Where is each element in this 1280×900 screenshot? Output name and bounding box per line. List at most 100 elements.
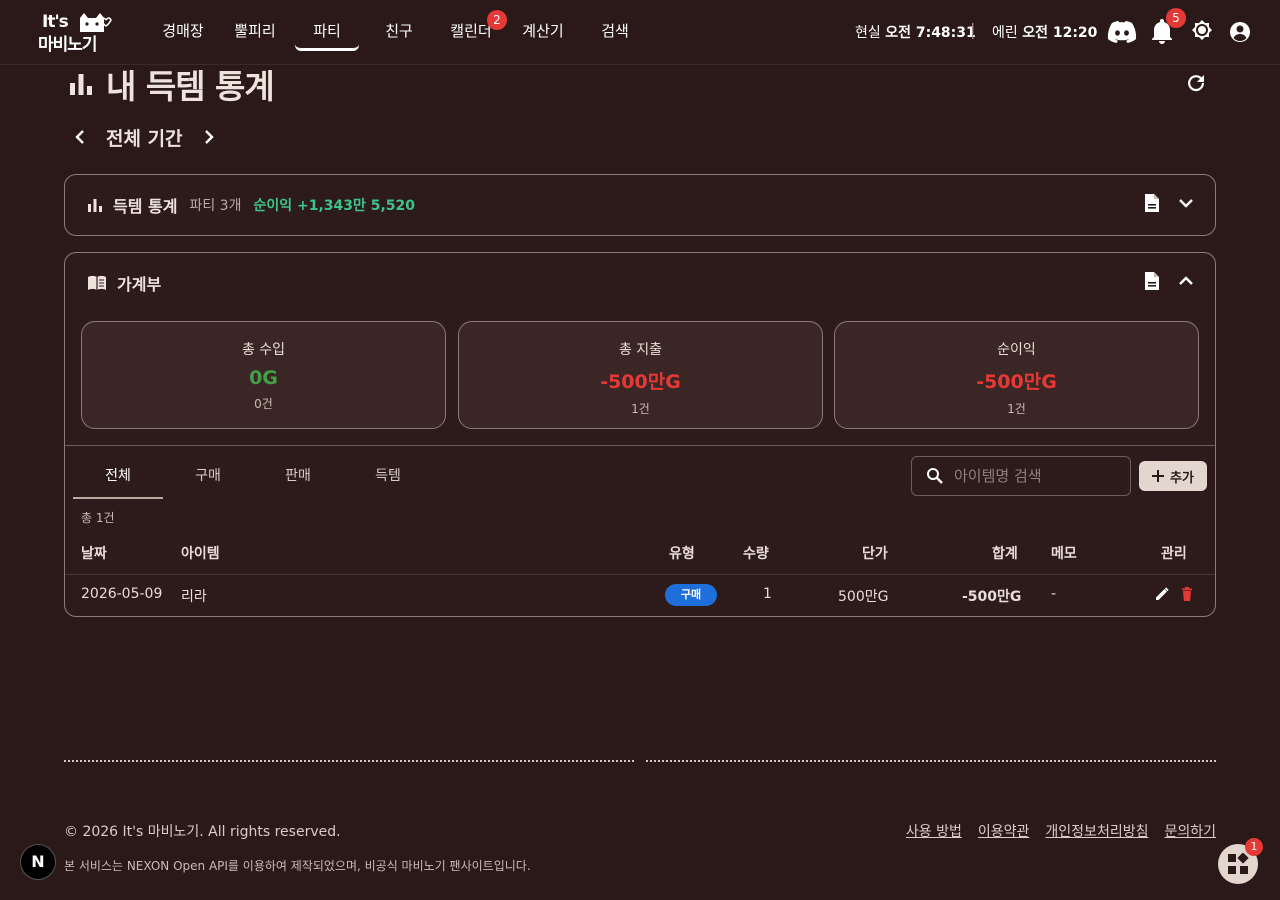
cell-memo: - (1051, 586, 1057, 602)
search-input[interactable] (954, 467, 1124, 485)
party-count: 파티 3개 (189, 198, 242, 214)
net-profit-summary: 순이익 +1,343만 5,520 (253, 198, 416, 214)
summary-label: 총 지출 (618, 342, 663, 358)
cell-unit-price: 500만G (838, 589, 889, 605)
nav-calendar[interactable]: 캘린더 2 (435, 10, 507, 51)
col-type: 유형 (669, 546, 695, 562)
ledger-title: 가계부 (117, 275, 162, 294)
footer-link-guide[interactable]: 사용 방법 (906, 821, 962, 841)
nav-calculator[interactable]: 계산기 (507, 12, 579, 51)
loot-stats-card: 득템 통계 파티 3개 순이익 +1,343만 5,520 (64, 174, 1216, 236)
account-icon[interactable] (1229, 21, 1251, 43)
nav-horn[interactable]: 뿔피리 (219, 12, 291, 51)
real-time-clock: 현실 오전 7:48:31 (855, 22, 976, 42)
net-profit-box: 순이익 -500만G 1건 (834, 321, 1199, 429)
summary-value: -500만G (600, 371, 681, 393)
footer-link-privacy[interactable]: 개인정보처리방침 (1045, 821, 1148, 841)
item-search (911, 456, 1131, 496)
nav-calendar-label: 캘린더 (450, 22, 492, 40)
nav-party[interactable]: 파티 (295, 12, 359, 51)
tab-sale[interactable]: 판매 (253, 455, 343, 499)
col-quantity: 수량 (743, 546, 769, 562)
cell-total: -500만G (962, 589, 1022, 605)
notification-badge: 5 (1166, 8, 1186, 28)
footer-divider-left (64, 760, 634, 762)
period-label: 전체 기간 (106, 127, 183, 150)
add-entry-button[interactable]: 추가 (1139, 461, 1207, 491)
cell-quantity: 1 (763, 586, 772, 602)
col-item: 아이템 (181, 546, 220, 562)
cell-date: 2026-05-09 (81, 586, 163, 602)
book-icon (87, 275, 107, 291)
col-date: 날짜 (81, 546, 107, 562)
top-header: It's 마비노기 경매장 뿔피리 파티 친구 캘린더 2 계산기 검색 현실 … (0, 0, 1280, 65)
loot-stats-header[interactable]: 득템 통계 파티 3개 순이익 +1,343만 5,520 (87, 175, 415, 235)
section-divider (65, 445, 1215, 446)
bar-chart-icon (87, 197, 103, 213)
tab-purchase[interactable]: 구매 (163, 455, 253, 499)
total-count: 총 1건 (81, 511, 115, 525)
delete-icon[interactable] (1181, 587, 1193, 601)
cell-item: 리라 (181, 589, 207, 605)
page-title-text: 내 득템 통계 (106, 67, 275, 106)
clock-separator: | (970, 20, 976, 39)
theme-toggle-icon[interactable] (1189, 19, 1215, 45)
logo-text-bottom: 마비노기 (38, 35, 98, 55)
refresh-icon[interactable] (1184, 71, 1208, 95)
nav-auction[interactable]: 경매장 (147, 12, 219, 51)
col-unit-price: 단가 (862, 546, 888, 562)
ledger-header[interactable]: 가계부 (87, 253, 161, 313)
summary-count: 0건 (254, 397, 273, 411)
search-icon (926, 467, 944, 485)
summary-value: -500만G (976, 371, 1057, 393)
export-file-icon[interactable] (1143, 193, 1161, 213)
export-file-icon[interactable] (1143, 271, 1161, 291)
summary-count: 1건 (1007, 402, 1026, 416)
plus-icon (1152, 470, 1165, 482)
copyright: © 2026 It's 마비노기. All rights reserved. (64, 824, 341, 840)
add-entry-label: 추가 (1170, 470, 1194, 486)
erinn-time-label: 에린 (992, 25, 1018, 41)
header-row-divider (65, 574, 1215, 575)
col-memo: 메모 (1051, 546, 1077, 562)
footer-links: 사용 방법 이용약관 개인정보처리방침 문의하기 (906, 821, 1216, 841)
page-title: 내 득템 통계 (68, 62, 275, 106)
real-time-label: 현실 (855, 25, 881, 41)
footer-link-terms[interactable]: 이용약관 (978, 821, 1030, 841)
erinn-time-value: 오전 12:20 (1022, 25, 1098, 41)
erinn-time-clock: 에린 오전 12:20 (992, 22, 1097, 42)
total-income-box: 총 수입 0G 0건 (81, 321, 446, 429)
api-notice: 본 서비스는 NEXON Open API를 이용하여 제작되었으며, 비공식 … (64, 859, 531, 873)
widgets-icon (1227, 853, 1249, 875)
edit-icon[interactable] (1155, 587, 1169, 601)
logo-text-top: It's (42, 12, 69, 32)
widgets-badge: 1 (1245, 838, 1263, 856)
col-manage: 관리 (1161, 546, 1187, 562)
real-time-value: 오전 7:48:31 (885, 25, 976, 41)
chevron-left-icon[interactable] (72, 129, 88, 145)
period-selector: 전체 기간 (72, 122, 217, 152)
tab-all[interactable]: 전체 (73, 455, 163, 499)
summary-count: 1건 (631, 402, 650, 416)
summary-label: 순이익 (997, 342, 1036, 358)
loot-stats-title: 득템 통계 (113, 197, 178, 216)
nav-search[interactable]: 검색 (579, 12, 651, 51)
nextjs-dev-badge[interactable]: N (20, 844, 56, 880)
footer-divider-right (646, 760, 1216, 762)
site-logo[interactable]: It's 마비노기 (36, 10, 116, 55)
discord-icon[interactable] (1107, 20, 1137, 44)
type-chip: 구매 (665, 584, 717, 606)
summary-value: 0G (249, 367, 278, 389)
ledger-card: 가계부 총 수입 0G 0건 총 지출 -500만G 1건 순이익 -500만G… (64, 252, 1216, 617)
tab-loot[interactable]: 득템 (343, 455, 433, 499)
total-expense-box: 총 지출 -500만G 1건 (458, 321, 823, 429)
col-total: 합계 (992, 546, 1018, 562)
summary-label: 총 수입 (241, 342, 286, 358)
footer-link-contact[interactable]: 문의하기 (1164, 821, 1216, 841)
bar-chart-icon (68, 71, 94, 97)
nav-friends[interactable]: 친구 (363, 12, 435, 51)
calendar-badge: 2 (487, 10, 507, 30)
chevron-up-icon[interactable] (1177, 271, 1195, 291)
chevron-right-icon[interactable] (201, 129, 217, 145)
chevron-down-icon[interactable] (1177, 193, 1195, 213)
